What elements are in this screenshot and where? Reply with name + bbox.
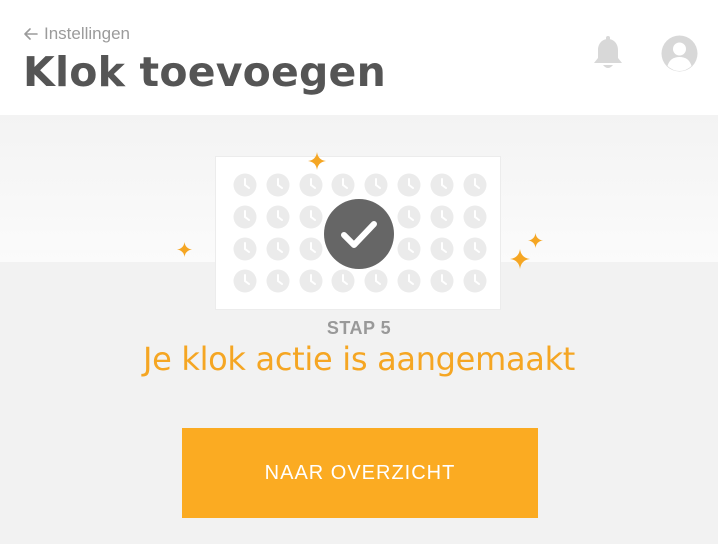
- clock-icon: [463, 205, 487, 234]
- clock-icon: [463, 173, 487, 202]
- clock-icon: [233, 269, 257, 298]
- clock-icon: [397, 173, 421, 202]
- clock-icon: [463, 269, 487, 298]
- confirmation-message: Je klok actie is aangemaakt: [142, 340, 576, 378]
- clock-icon: [430, 173, 454, 202]
- clock-icon: [331, 173, 355, 202]
- clock-icon: [397, 205, 421, 234]
- back-link-label: Instellingen: [44, 24, 131, 43]
- clock-icon: [299, 173, 323, 202]
- clock-icon: [430, 269, 454, 298]
- page-header: Instellingen Klok toevoegen: [0, 0, 718, 115]
- clock-icon: [233, 173, 257, 202]
- sparkle-icon: [510, 249, 530, 274]
- back-link[interactable]: Instellingen: [24, 23, 130, 45]
- clock-icon: [299, 237, 323, 266]
- clock-icon: [463, 237, 487, 266]
- clock-icon: [397, 237, 421, 266]
- clock-icon: [266, 269, 290, 298]
- sparkle-icon: [528, 233, 543, 253]
- user-avatar-icon[interactable]: [661, 35, 698, 77]
- sparkle-icon: [308, 152, 326, 175]
- step-label: STAP 5: [326, 318, 392, 338]
- clock-icon: [266, 237, 290, 266]
- clock-icon: [430, 205, 454, 234]
- clock-icon: [266, 173, 290, 202]
- clock-icon: [233, 205, 257, 234]
- clock-icon: [299, 269, 323, 298]
- sparkle-icon: [177, 242, 192, 262]
- clock-icon: [364, 173, 388, 202]
- clock-icon: [299, 205, 323, 234]
- arrow-left-icon: [24, 28, 38, 40]
- clock-icon: [397, 269, 421, 298]
- overview-button[interactable]: NAAR OVERZICHT: [182, 428, 538, 518]
- clock-icon: [233, 237, 257, 266]
- checkmark-icon: [324, 199, 394, 274]
- bell-icon[interactable]: [592, 36, 624, 77]
- clock-icon: [430, 237, 454, 266]
- clock-icon: [266, 205, 290, 234]
- page-title: Klok toevoegen: [23, 48, 386, 96]
